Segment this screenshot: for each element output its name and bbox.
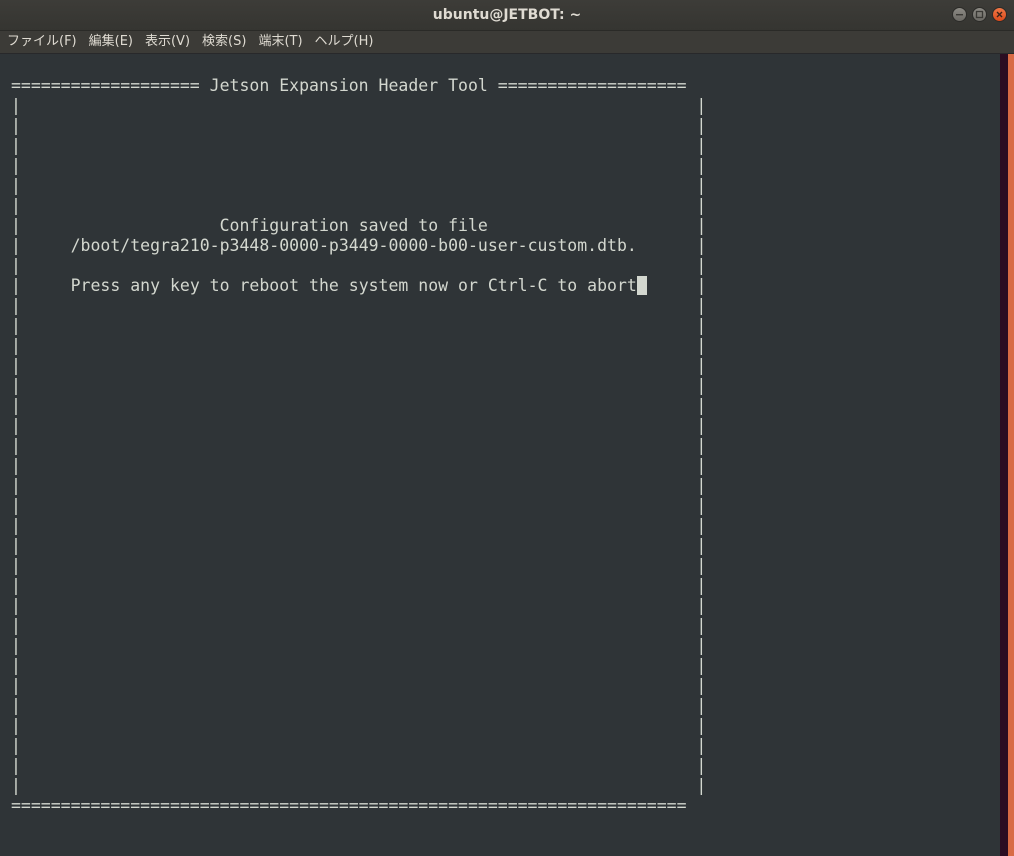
box-border-row: | | <box>11 156 707 175</box>
box-border-row: | | <box>11 356 707 375</box>
box-border-row: | | <box>11 616 707 635</box>
title-bar[interactable]: ubuntu@JETBOT: ~ <box>0 0 1014 31</box>
reboot-prompt: Press any key to reboot the system now o… <box>70 276 637 295</box>
box-border-row: | | <box>11 716 707 735</box>
close-button[interactable] <box>992 7 1007 22</box>
box-border-row: | | <box>11 416 707 435</box>
box-border-row: | | <box>11 136 707 155</box>
menu-terminal[interactable]: 端末(T) <box>254 31 306 53</box>
terminal-text: =================== Jetson Expansion Hea… <box>11 76 706 816</box>
menu-bar: ファイル(F) 編集(E) 表示(V) 検索(S) 端末(T) ヘルプ(H) <box>0 31 1014 54</box>
minimize-icon <box>956 14 963 16</box>
text-cursor <box>636 276 647 295</box>
box-border-row: | | <box>11 496 707 515</box>
box-border-row: | | <box>11 516 707 535</box>
menu-view[interactable]: 表示(V) <box>141 31 194 53</box>
box-border-row: | | <box>11 536 707 555</box>
box-border-row: | | <box>11 396 707 415</box>
box-border-row: | | <box>11 696 707 715</box>
menu-search[interactable]: 検索(S) <box>198 31 250 53</box>
box-border-row: | | <box>11 456 707 475</box>
saved-message: Configuration saved to file <box>219 216 488 235</box>
terminal-area[interactable]: =================== Jetson Expansion Hea… <box>0 54 1000 856</box>
header-line: =================== Jetson Expansion Hea… <box>11 76 687 95</box>
box-border-row: | | <box>11 196 707 215</box>
message-line: | Configuration saved to file | <box>11 216 707 235</box>
box-border-row: | | <box>11 756 707 775</box>
footer-line: ========================================… <box>11 796 687 815</box>
message-line: | /boot/tegra210-p3448-0000-p3449-0000-b… <box>11 236 707 255</box>
box-border-row: | | <box>11 576 707 595</box>
menu-file[interactable]: ファイル(F) <box>3 31 81 53</box>
box-border-row: | | <box>11 596 707 615</box>
box-header: =================== Jetson Expansion Hea… <box>11 76 706 96</box>
box-border-row: | | <box>11 316 707 335</box>
box-border-row: | | <box>11 256 707 275</box>
box-border-row: | | <box>11 736 707 755</box>
box-border-row: | | <box>11 776 707 795</box>
box-border-row: | | <box>11 176 707 195</box>
box-border-row: | | <box>11 476 707 495</box>
window-edge <box>1008 54 1014 856</box>
window-title: ubuntu@JETBOT: ~ <box>432 7 582 23</box>
box-border-row: | | <box>11 376 707 395</box>
menu-help[interactable]: ヘルプ(H) <box>311 31 378 53</box>
dtb-path: /boot/tegra210-p3448-0000-p3449-0000-b00… <box>70 236 637 255</box>
box-border-row: | | <box>11 116 707 135</box>
maximize-button[interactable] <box>972 7 987 22</box>
box-footer: ========================================… <box>11 796 706 816</box>
box-border-row: | | <box>11 676 707 695</box>
box-border-row: | | <box>11 436 707 455</box>
box-border-row: | | <box>11 336 707 355</box>
menu-edit[interactable]: 編集(E) <box>85 31 137 53</box>
scrollbar[interactable] <box>1000 54 1008 856</box>
box-border-row: | | <box>11 556 707 575</box>
minimize-button[interactable] <box>952 7 967 22</box>
prompt-line: | Press any key to reboot the system now… <box>11 276 707 295</box>
box-border-row: | | <box>11 96 707 115</box>
box-border-row: | | <box>11 636 707 655</box>
maximize-icon <box>975 10 984 19</box>
box-border-row: | | <box>11 296 707 315</box>
close-icon <box>996 11 1003 18</box>
box-border-row: | | <box>11 656 707 675</box>
